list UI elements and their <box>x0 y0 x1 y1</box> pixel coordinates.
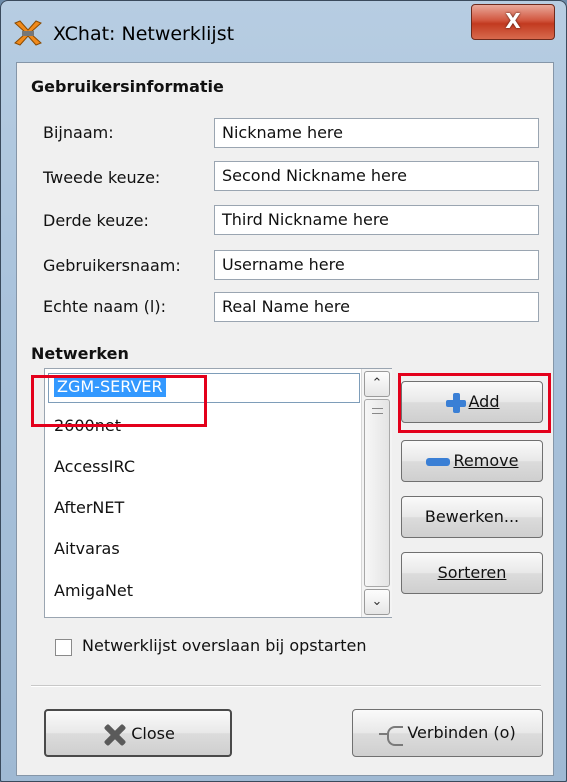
skip-list-label[interactable]: Netwerklijst overslaan bij opstarten <box>82 636 367 655</box>
username-input[interactable]: Username here <box>214 250 539 280</box>
skip-list-checkbox[interactable] <box>55 639 72 656</box>
thumb-grip-icon <box>372 408 383 414</box>
separator <box>31 685 541 687</box>
networks-heading: Netwerken <box>31 344 129 363</box>
second-nick-label: Tweede keuze: <box>43 168 161 187</box>
third-nick-label: Derde keuze: <box>43 211 149 230</box>
list-item-label: Aitvaras <box>54 539 120 558</box>
edit-button-label: Bewerken... <box>424 507 520 526</box>
close-button-label: Close <box>131 724 175 743</box>
chevron-up-icon: ⌃ <box>371 376 383 391</box>
remove-button-label: Remove <box>453 451 519 470</box>
realname-input[interactable]: Real Name here <box>214 292 539 322</box>
nickname-input[interactable]: Nickname here <box>214 118 539 148</box>
scroll-thumb[interactable] <box>364 399 390 587</box>
connect-button[interactable]: Verbinden (o) <box>352 709 543 757</box>
list-item[interactable]: AmigaNet <box>45 573 361 609</box>
xchat-app-icon <box>14 20 42 46</box>
highlight-selected-network <box>31 375 207 427</box>
window-frame: XChat: Netwerklijst X Gebruikersinformat… <box>0 0 567 782</box>
edit-network-button[interactable]: Bewerken... <box>401 496 543 538</box>
chevron-down-icon: ⌄ <box>371 594 383 609</box>
connect-button-label: Verbinden (o) <box>407 723 516 742</box>
third-nick-input[interactable]: Third Nickname here <box>214 205 539 235</box>
highlight-add-button <box>398 373 551 433</box>
list-item[interactable]: AccessIRC <box>45 449 361 485</box>
second-nick-input[interactable]: Second Nickname here <box>214 161 539 191</box>
scroll-down-button[interactable]: ⌄ <box>364 589 390 615</box>
list-item-label: AmigaNet <box>54 581 134 600</box>
xchat-close-icon <box>101 724 127 746</box>
list-item[interactable]: AfterNET <box>45 490 361 526</box>
plug-icon <box>379 725 405 746</box>
window-close-button[interactable]: X <box>471 4 555 40</box>
nickname-label: Bijnaam: <box>43 123 114 142</box>
minus-icon <box>425 457 450 466</box>
scroll-up-button[interactable]: ⌃ <box>364 371 390 397</box>
window-title: XChat: Netwerklijst <box>53 23 235 45</box>
user-info-heading: Gebruikersinformatie <box>31 77 224 96</box>
remove-network-button[interactable]: Remove <box>401 440 543 482</box>
sort-button-label: Sorteren <box>437 563 507 582</box>
close-button[interactable]: Close <box>44 709 232 757</box>
title-bar[interactable]: XChat: Netwerklijst X <box>1 1 566 63</box>
realname-label: Echte naam (l): <box>43 297 166 316</box>
dialog-body: Gebruikersinformatie Bijnaam: Nickname h… <box>16 62 554 776</box>
list-item-label: AfterNET <box>54 498 125 517</box>
close-icon: X <box>505 9 521 33</box>
list-item-label: AccessIRC <box>54 457 135 476</box>
list-scrollbar[interactable]: ⌃ ⌄ <box>361 369 392 617</box>
sort-networks-button[interactable]: Sorteren <box>401 552 543 594</box>
username-label: Gebruikersnaam: <box>43 256 181 275</box>
list-item[interactable]: Aitvaras <box>45 531 361 567</box>
